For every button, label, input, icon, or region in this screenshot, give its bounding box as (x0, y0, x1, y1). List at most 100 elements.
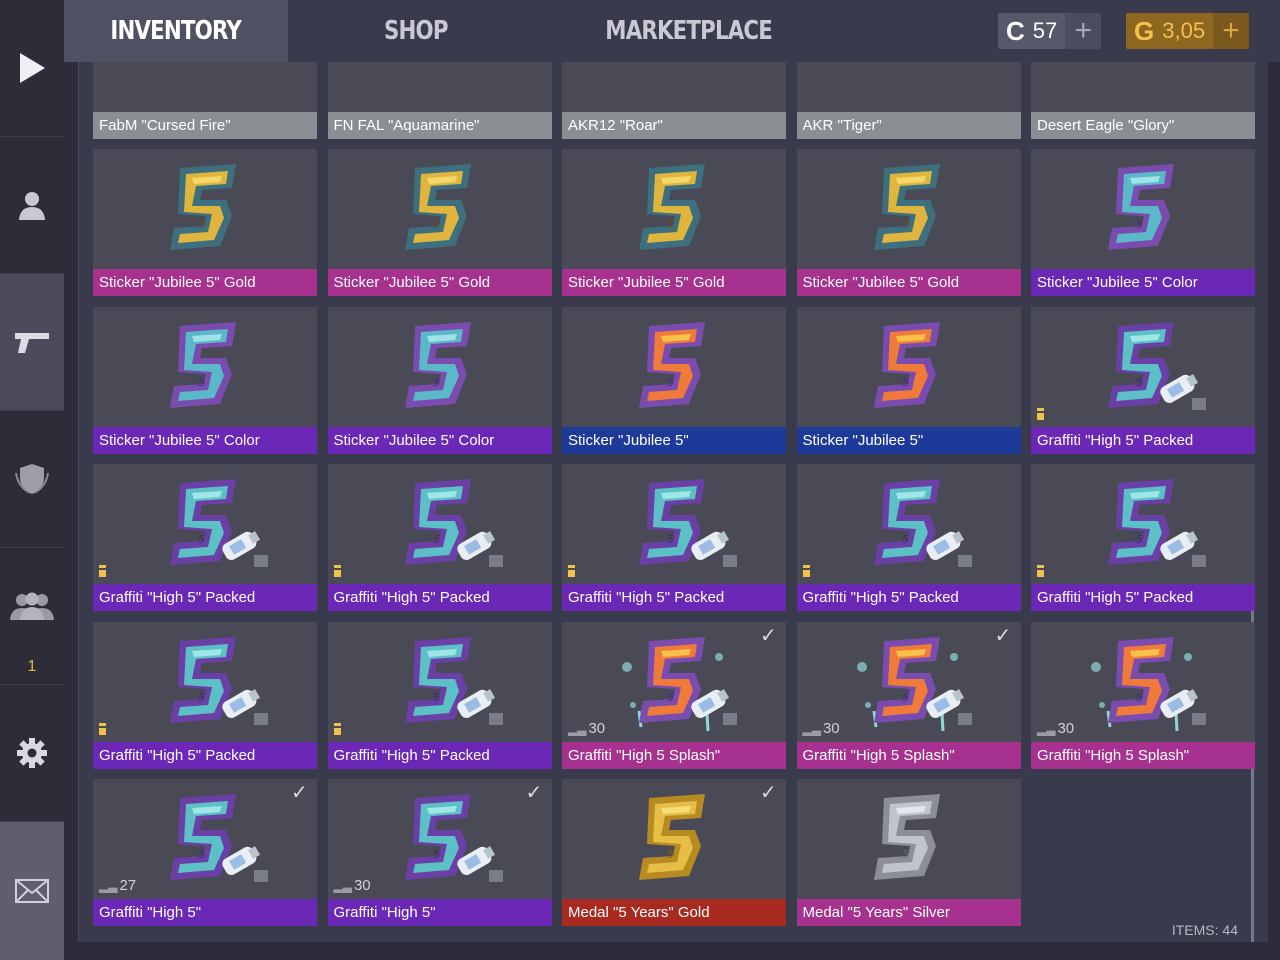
equipped-check-icon: ✓ (760, 624, 777, 647)
item-uses-count: ▂▃ 30 (334, 877, 371, 894)
inventory-item-card[interactable]: 5 ✓ Medal "5 Years" Gold (562, 779, 786, 926)
item-art: 5 (93, 149, 317, 269)
sticker-image: 5 (404, 321, 471, 408)
inventory-item-card[interactable]: 5 Sticker "Jubilee 5" Color (1031, 149, 1255, 297)
inventory-item-card[interactable]: 5 ▂▃ 30 ✓ Graffiti "High 5 Splash" (796, 621, 1021, 769)
svg-text:5: 5 (198, 376, 205, 389)
sticker-image: 5 (170, 321, 236, 408)
item-name-label: Sticker "Jubilee 5" (562, 426, 786, 454)
inventory-item-card[interactable]: 5 ▂▃ 30 ✓ Graffiti "High 5 Splash" (562, 621, 786, 769)
sidebar-item-mail[interactable] (0, 822, 64, 960)
item-art: 5 (93, 622, 317, 742)
item-name-label: Graffiti "High 5" Packed (1031, 426, 1255, 454)
packed-indicator-icon (1037, 407, 1044, 420)
svg-text:5: 5 (667, 533, 674, 546)
sidebar-item-inventory[interactable] (0, 274, 64, 411)
sidebar-item-profile[interactable] (0, 137, 64, 274)
inventory-item-card[interactable]: 5 Graffiti "High 5" Packed (796, 464, 1021, 612)
svg-text:5: 5 (1136, 533, 1143, 546)
item-name-label: AKR "Tiger" (796, 112, 1021, 139)
item-art: 5 (1031, 464, 1255, 584)
inventory-item-card[interactable]: 5 Sticker "Jubilee 5" Gold (796, 149, 1021, 297)
svg-text:5: 5 (667, 376, 674, 389)
graffiti-image: 5 (170, 479, 268, 568)
inventory-item-card[interactable]: 5 ▂▃ 27 ✓ Graffiti "High 5" (93, 779, 317, 926)
item-uses-value: 30 (1057, 719, 1075, 737)
sticker-image: 5 (873, 321, 940, 408)
inventory-item-card[interactable]: 5 Sticker "Jubilee 5" (562, 306, 786, 454)
graffiti-image: 5 (1108, 479, 1206, 568)
sticker-image: 5 (404, 164, 471, 251)
item-art: 5 (797, 149, 1021, 269)
inventory-item-card[interactable]: 5 Medal "5 Years" Silver (796, 779, 1021, 926)
tab-inventory-label: INVENTORY (110, 16, 242, 46)
inventory-item-card[interactable]: FabM "Cursed Fire" (93, 62, 317, 139)
inventory-item-card[interactable]: 5 Sticker "Jubilee 5" Gold (93, 149, 317, 297)
equipped-check-icon: ✓ (525, 782, 543, 804)
tab-shop[interactable]: SHOP (288, 0, 544, 62)
inventory-item-card[interactable]: 5 Sticker "Jubilee 5" Gold (562, 149, 786, 297)
inventory-item-card[interactable]: 5 Sticker "Jubilee 5" (796, 306, 1021, 454)
item-art: 5 (1031, 307, 1255, 427)
inventory-item-card[interactable]: 5 Sticker "Jubilee 5" Color (93, 306, 317, 454)
item-uses-value: 30 (822, 719, 840, 737)
inventory-item-card[interactable]: 5 Graffiti "High 5" Packed (562, 464, 786, 612)
inventory-item-card[interactable]: 5 Graffiti "High 5" Packed (1031, 464, 1255, 612)
item-art (1031, 62, 1255, 112)
svg-text:5: 5 (198, 218, 205, 231)
inventory-item-card[interactable]: AKR12 "Roar" (562, 62, 786, 139)
inventory-item-card[interactable]: 5 Graffiti "High 5" Packed (1031, 306, 1255, 454)
medal-image: 5 (873, 794, 940, 880)
item-art: 5 (328, 622, 552, 742)
item-art: 5 (562, 779, 786, 899)
friends-count: 1 (27, 658, 37, 675)
packed-indicator-icon (802, 565, 810, 578)
inventory-item-card[interactable]: 5 Sticker "Jubilee 5" Gold (327, 149, 552, 297)
add-credits-button[interactable]: + (1065, 13, 1102, 49)
item-name-label: Graffiti "High 5" Packed (796, 584, 1021, 612)
item-name-label: Sticker "Jubilee 5" Color (93, 426, 317, 454)
svg-text:5: 5 (198, 533, 205, 546)
inventory-grid: ITEMS: 44 FabM "Cursed Fire" FN FAL "Aqua… (78, 62, 1268, 942)
svg-text:5: 5 (667, 691, 674, 704)
item-art (797, 62, 1021, 112)
sidebar-item-play[interactable] (0, 0, 64, 137)
graffiti-image: 5 (170, 636, 268, 725)
graffiti-image: 5 (856, 636, 972, 731)
top-navigation-bar: INVENTORY SHOP MARKETPLACE C 57 + G 3,05… (64, 0, 1280, 62)
packed-indicator-icon (568, 565, 575, 578)
sticker-image: 5 (639, 164, 705, 251)
gold-value: 3,05 (1162, 18, 1206, 43)
sidebar-item-friends[interactable]: 1 (0, 548, 64, 685)
inventory-item-card[interactable]: 5 ▂▃ 30 Graffiti "High 5 Splash" (1031, 621, 1255, 769)
tab-inventory[interactable]: INVENTORY (64, 0, 288, 62)
item-art: 5 (562, 464, 786, 584)
inventory-item-card[interactable]: 5 ▂▃ 30 ✓ Graffiti "High 5" (327, 779, 552, 926)
gear-icon (17, 738, 47, 768)
inventory-item-card[interactable]: FN FAL "Aquamarine" (327, 62, 552, 139)
item-art: 5 (328, 464, 552, 584)
equipped-check-icon: ✓ (760, 782, 777, 804)
pistol-icon (15, 333, 49, 353)
inventory-item-card[interactable]: 5 Graffiti "High 5" Packed (327, 464, 552, 612)
item-art: 5 (797, 779, 1021, 899)
sidebar-item-settings[interactable] (0, 685, 64, 822)
inventory-item-card[interactable]: 5 Graffiti "High 5" Packed (93, 621, 317, 769)
item-name-label: Graffiti "High 5" Packed (93, 584, 317, 612)
inventory-item-card[interactable]: 5 Sticker "Jubilee 5" Color (327, 306, 552, 454)
sidebar-item-clan[interactable] (0, 411, 64, 548)
inventory-item-card[interactable]: Desert Eagle "Glory" (1031, 62, 1255, 139)
item-name-label: Sticker "Jubilee 5" Color (1031, 269, 1255, 297)
equipped-check-icon: ✓ (994, 624, 1012, 647)
item-art: 5 (93, 464, 317, 584)
item-name-label: FabM "Cursed Fire" (93, 112, 317, 139)
tab-marketplace[interactable]: MARKETPLACE (544, 0, 834, 62)
item-name-label: Graffiti "High 5 Splash" (796, 741, 1021, 769)
add-gold-button[interactable]: + (1213, 13, 1250, 49)
item-name-label: Medal "5 Years" Gold (562, 899, 786, 926)
inventory-item-card[interactable]: 5 Graffiti "High 5" Packed (327, 621, 552, 769)
svg-text:5: 5 (902, 848, 909, 861)
svg-text:5: 5 (667, 218, 674, 231)
inventory-item-card[interactable]: 5 Graffiti "High 5" Packed (93, 464, 317, 612)
inventory-item-card[interactable]: AKR "Tiger" (796, 62, 1021, 139)
